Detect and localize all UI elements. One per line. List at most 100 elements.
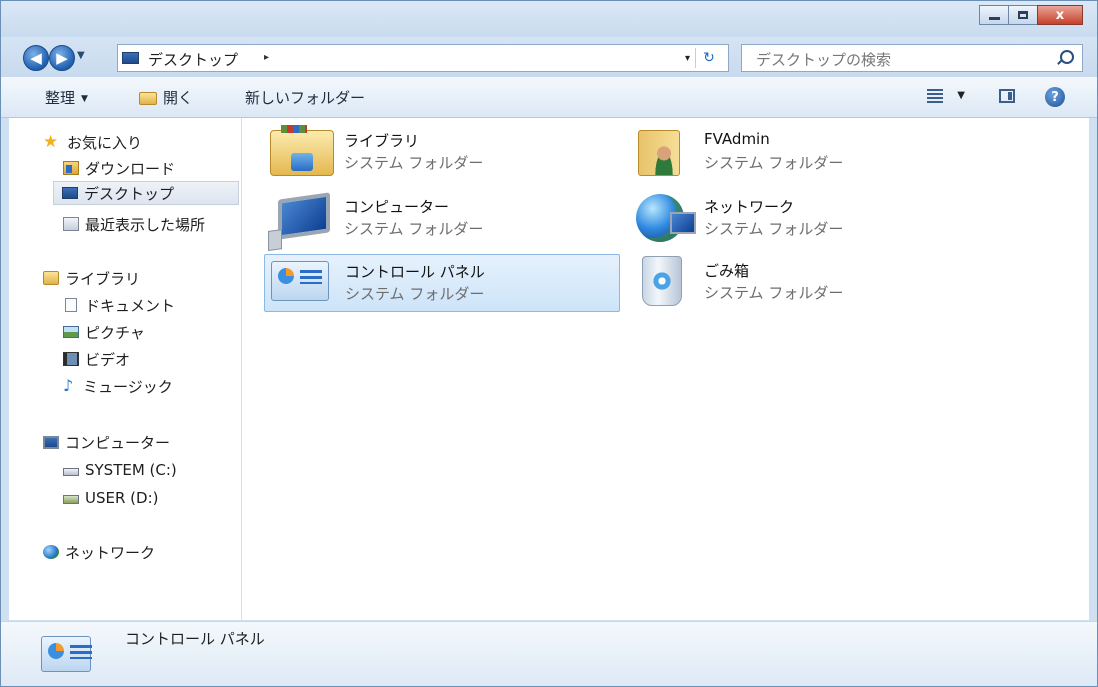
breadcrumb-separator[interactable]: ▸ [264,52,269,63]
file-item-type: システム フォルダー [344,220,484,238]
minimize-icon [988,16,1000,20]
back-button[interactable]: ◀ [23,45,49,71]
sidebar-item-label: ダウンロード [85,159,176,178]
sidebar-item-videos[interactable]: ビデオ [63,347,130,371]
sidebar-item-computer[interactable]: コンピューター [43,430,170,454]
recent-pages-dropdown[interactable]: ▼ [77,50,85,61]
sidebar-item-label: ライブラリ [65,269,141,288]
close-button[interactable]: x [1037,5,1083,25]
search-icon[interactable] [1060,50,1074,64]
file-item-name: ネットワーク [704,198,795,216]
sidebar-item-label: デスクトップ [84,184,175,203]
file-item-type: システム フォルダー [704,284,844,302]
open-button[interactable]: 開く [139,87,193,108]
new-folder-button[interactable]: 新しいフォルダー [245,87,365,108]
organize-button[interactable]: 整理 ▼ [45,87,88,108]
change-view-icon[interactable] [927,89,943,103]
minimize-button[interactable] [979,5,1009,25]
file-item-name: FVAdmin [704,130,770,148]
recent-places-icon [63,217,79,231]
sidebar-item-drive-c[interactable]: SYSTEM (C:) [63,458,177,482]
help-icon[interactable]: ? [1045,87,1065,107]
folder-icon [139,92,157,105]
organize-label: 整理 [45,89,76,107]
video-icon [63,352,79,366]
preview-pane-icon[interactable] [999,89,1015,103]
file-item-name: コンピューター [344,198,450,216]
navigation-pane: ★ お気に入り ダウンロード デスクトップ 最近表示した場所 ライブラリ ドキュメ… [9,118,242,620]
chevron-down-icon: ▼ [81,94,88,104]
user-folder-icon [638,130,680,176]
file-item-name: ごみ箱 [704,262,750,280]
sidebar-item-label: コンピューター [65,433,171,452]
sidebar-item-label: ドキュメント [85,296,176,315]
refresh-button[interactable]: ↻ [695,48,722,68]
sidebar-item-label: ピクチャ [85,323,145,342]
file-item-name: コントロール パネル [345,263,485,281]
network-icon [43,545,59,559]
control-panel-icon [271,261,329,301]
recycle-bin-icon [642,256,682,306]
explorer-window: x ◀ ▶ ▼ デスクトップ ▸ ▾ ↻ デスクトップの検索 整理 ▼ 開く 新し… [0,0,1098,687]
close-icon: x [1055,7,1065,23]
details-pane: コントロール パネル [1,621,1097,686]
file-item-computer[interactable]: コンピューター システム フォルダー [264,190,620,248]
sidebar-item-favorites[interactable]: ★ お気に入り [43,130,142,154]
navigation-bar: ◀ ▶ ▼ デスクトップ ▸ ▾ ↻ デスクトップの検索 [1,37,1097,77]
title-bar[interactable]: x [1,1,1097,37]
new-folder-label: 新しいフォルダー [245,89,366,107]
hard-drive-icon [63,468,79,476]
command-bar: 整理 ▼ 開く 新しいフォルダー ▼ ? [1,77,1097,118]
address-history-dropdown[interactable]: ▾ [685,53,690,64]
sidebar-item-label: USER (D:) [85,489,159,507]
breadcrumb-desktop[interactable]: デスクトップ [148,49,238,70]
sidebar-item-network[interactable]: ネットワーク [43,540,155,564]
sidebar-item-music[interactable]: ♪ ミュージック [63,374,173,398]
maximize-icon [1018,11,1028,19]
sidebar-item-libraries[interactable]: ライブラリ [43,266,140,290]
sidebar-item-pictures[interactable]: ピクチャ [63,320,145,344]
downloads-icon [63,161,79,175]
file-item-type: システム フォルダー [345,285,485,303]
music-icon: ♪ [63,376,74,395]
sidebar-item-label: ミュージック [83,377,173,396]
file-item-libraries[interactable]: ライブラリ システム フォルダー [264,124,620,182]
file-item-network[interactable]: ネットワーク システム フォルダー [624,190,980,248]
library-folder-icon [270,125,334,176]
sidebar-item-label: SYSTEM (C:) [85,461,177,479]
sidebar-item-drive-d[interactable]: USER (D:) [63,486,158,510]
sidebar-item-desktop[interactable]: デスクトップ [53,181,239,205]
file-item-recycle-bin[interactable]: ごみ箱 システム フォルダー [624,254,980,312]
file-item-type: システム フォルダー [704,220,844,238]
sidebar-item-label: 最近表示した場所 [85,215,206,234]
search-input[interactable]: デスクトップの検索 [756,49,891,70]
sidebar-item-label: お気に入り [67,133,143,152]
star-icon: ★ [43,131,59,152]
desktop-icon [122,52,139,64]
control-panel-icon [41,636,92,672]
sidebar-item-label: ビデオ [85,350,131,369]
computer-icon [278,192,330,240]
drive-icon [63,495,79,504]
file-item-type: システム フォルダー [344,154,484,172]
file-item-control-panel[interactable]: コントロール パネル システム フォルダー [264,254,620,312]
forward-button[interactable]: ▶ [49,45,75,71]
search-box[interactable]: デスクトップの検索 [741,44,1083,72]
file-list: ライブラリ システム フォルダー FVAdmin システム フォルダー コンピュ… [242,118,1089,620]
sidebar-item-downloads[interactable]: ダウンロード [63,156,175,180]
pictures-icon [63,326,79,338]
view-options-dropdown[interactable]: ▼ [957,90,965,101]
window-controls: x [979,5,1083,25]
file-item-type: システム フォルダー [704,154,844,172]
file-item-fvadmin[interactable]: FVAdmin システム フォルダー [624,124,980,182]
sidebar-item-recent-places[interactable]: 最近表示した場所 [63,212,205,236]
maximize-button[interactable] [1008,5,1038,25]
address-bar[interactable]: デスクトップ ▸ ▾ ↻ [117,44,729,72]
library-icon [43,271,59,285]
arrow-right-icon: ▶ [56,49,68,67]
document-icon [65,298,77,312]
sidebar-item-documents[interactable]: ドキュメント [63,293,175,317]
desktop-icon [62,187,78,199]
sidebar-item-label: ネットワーク [65,543,156,562]
open-label: 開く [163,89,194,107]
